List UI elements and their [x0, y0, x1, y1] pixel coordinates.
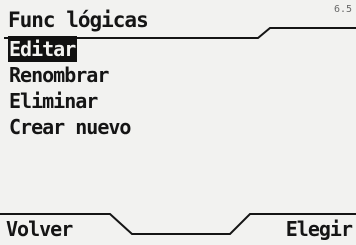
menu-item-renombrar[interactable]: Renombrar [8, 62, 132, 88]
screen-title: Func lógicas [8, 8, 149, 32]
options-menu: Editar Renombrar Eliminar Crear nuevo [8, 36, 132, 140]
menu-item-crear-nuevo[interactable]: Crear nuevo [8, 114, 132, 140]
phone-screen: Func lógicas 6.5 Editar Renombrar Elimin… [0, 0, 356, 245]
menu-item-label: Editar [8, 36, 78, 62]
menu-item-eliminar[interactable]: Eliminar [8, 88, 132, 114]
menu-item-label: Eliminar [9, 89, 98, 113]
menu-item-editar[interactable]: Editar [8, 36, 132, 62]
menu-item-label: Renombrar [9, 63, 109, 87]
menu-item-label: Crear nuevo [9, 115, 131, 139]
select-softkey[interactable]: Elegir [286, 217, 353, 241]
version-label: 6.5 [333, 4, 352, 15]
back-softkey[interactable]: Volver [6, 217, 73, 241]
